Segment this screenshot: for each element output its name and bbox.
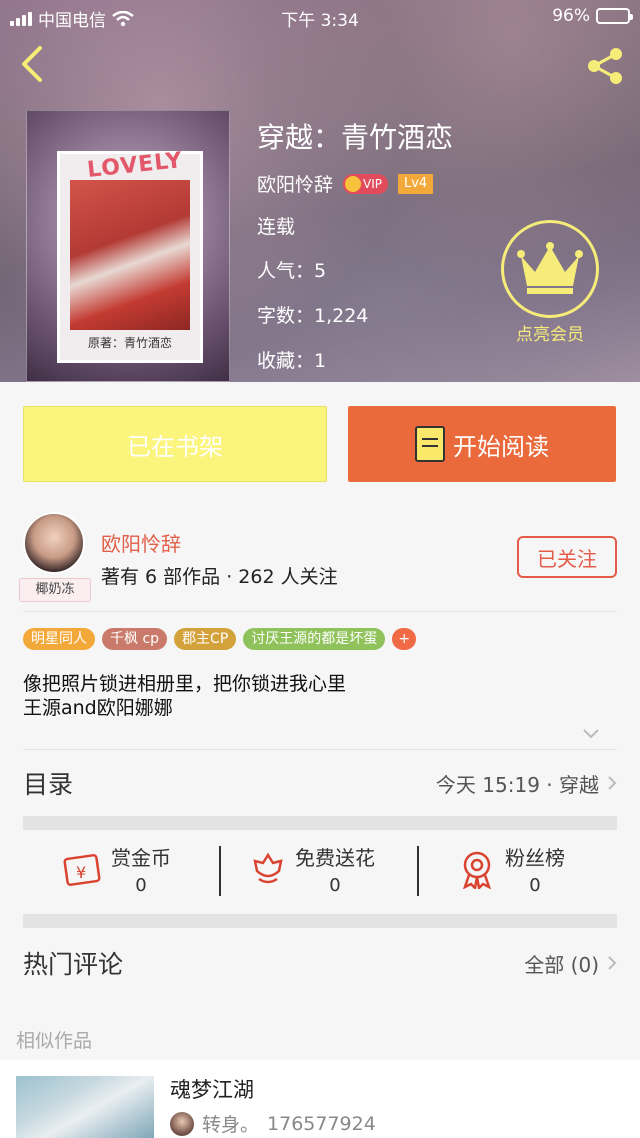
book-status: 连载 xyxy=(257,216,296,238)
divider xyxy=(417,846,419,896)
similar-title: 魂梦江湖 xyxy=(170,1078,254,1102)
stat-label: 粉丝榜 xyxy=(505,846,565,870)
fan-ranking[interactable]: 粉丝榜 0 xyxy=(459,842,565,896)
cover-photo xyxy=(70,180,190,330)
author-summary: 著有 6 部作品 · 262 人关注 xyxy=(101,566,338,588)
flower-icon xyxy=(253,852,283,884)
toc-title: 目录 xyxy=(23,770,74,799)
back-arrow-icon[interactable] xyxy=(14,44,50,84)
section-gap xyxy=(23,914,617,928)
follow-button[interactable]: 已关注 xyxy=(517,536,617,578)
book-word-count: 字数：1,224 xyxy=(257,305,369,327)
comments-all: 全部 (0) xyxy=(524,952,599,977)
book-cover[interactable]: 原著：青竹酒恋 LOVELY xyxy=(26,110,230,382)
comments-row[interactable]: 热门评论 全部 (0) xyxy=(23,930,617,996)
comments-title: 热门评论 xyxy=(23,950,124,979)
description-line: 王源and欧阳娜娜 xyxy=(23,697,173,719)
share-icon[interactable] xyxy=(584,44,628,88)
book-description: 像把照片锁进相册里，把你锁进我心里 王源and欧阳娜娜 xyxy=(23,672,346,720)
similar-id: 176577924 xyxy=(267,1112,376,1135)
book-popularity: 人气：5 xyxy=(257,260,327,282)
battery-percent: 96% xyxy=(552,6,590,26)
avatar-tag: 椰奶冻 xyxy=(19,578,91,602)
clock: 下午 3:34 xyxy=(281,11,359,31)
send-flower[interactable]: 免费送花 0 xyxy=(251,842,375,896)
medal-icon xyxy=(463,851,491,889)
book-favorites: 收藏：1 xyxy=(257,350,327,372)
in-shelf-button[interactable]: 已在书架 xyxy=(23,406,327,482)
battery: 96% xyxy=(552,6,633,26)
crown-icon xyxy=(501,220,599,318)
svg-text:¥: ¥ xyxy=(76,863,86,882)
stat-label: 赏金币 xyxy=(111,846,171,870)
cover-frame: 原著：青竹酒恋 xyxy=(57,151,203,363)
description-line: 像把照片锁进相册里，把你锁进我心里 xyxy=(23,673,347,695)
level-badge: Lv4 xyxy=(398,173,434,194)
similar-item[interactable]: 魂梦江湖 转身。 176577924 xyxy=(0,1060,640,1138)
battery-icon xyxy=(596,8,633,24)
toc-latest: 今天 15:19 · 穿越 xyxy=(435,772,599,797)
stat-label: 免费送花 xyxy=(295,846,375,870)
vip-crown-icon xyxy=(345,175,362,192)
red-envelope-icon: ¥ xyxy=(63,854,101,886)
expand-chevron-icon[interactable] xyxy=(582,728,600,740)
tag-item[interactable]: 明星同人 xyxy=(23,628,95,650)
vip-badge: VIP xyxy=(343,173,388,194)
book-author[interactable]: 欧阳怜辞 xyxy=(257,170,333,197)
book-author-row: 欧阳怜辞 VIP Lv4 xyxy=(257,170,434,197)
book-icon xyxy=(415,426,445,462)
avatar[interactable] xyxy=(23,512,85,574)
author-card: 椰奶冻 欧阳怜辞 著有 6 部作品 · 262 人关注 已关注 xyxy=(19,512,617,602)
similar-heading: 相似作品 xyxy=(16,1030,93,1052)
start-reading-button[interactable]: 开始阅读 xyxy=(348,406,616,482)
toc-row[interactable]: 目录 今天 15:19 · 穿越 xyxy=(23,750,617,816)
book-header: 中国电信 下午 3:34 96% 原著：青竹酒恋 LOVELY 穿越：青竹酒恋 … xyxy=(0,0,640,382)
stat-value: 0 xyxy=(329,875,341,896)
similar-cover xyxy=(16,1076,154,1138)
tag-list: 明星同人 千枫 cp 郡主CP 讨厌王源的都是坏蛋 + xyxy=(23,628,417,650)
stats-row: ¥ 赏金币 0 免费送花 0 粉丝榜 0 xyxy=(23,832,617,912)
member-label: 点亮会员 xyxy=(516,325,584,345)
divider xyxy=(219,846,221,896)
reward-coins[interactable]: ¥ 赏金币 0 xyxy=(63,842,171,896)
avatar xyxy=(170,1111,194,1136)
section-gap xyxy=(23,816,617,830)
chevron-right-icon xyxy=(608,776,617,790)
start-reading-label: 开始阅读 xyxy=(453,432,549,461)
add-tag-button[interactable]: + xyxy=(392,628,417,650)
status-bar: 中国电信 下午 3:34 96% xyxy=(0,0,640,34)
tag-item[interactable]: 郡主CP xyxy=(174,628,237,650)
chevron-right-icon xyxy=(608,956,617,970)
tag-item[interactable]: 千枫 cp xyxy=(102,628,168,650)
tag-item[interactable]: 讨厌王源的都是坏蛋 xyxy=(243,628,386,650)
author-name[interactable]: 欧阳怜辞 xyxy=(101,528,181,557)
stat-value: 0 xyxy=(529,875,541,896)
member-button[interactable]: 点亮会员 xyxy=(500,220,600,345)
stat-value: 0 xyxy=(135,875,147,896)
similar-author: 转身。 xyxy=(202,1114,260,1136)
cover-caption: 原著：青竹酒恋 xyxy=(87,336,172,350)
book-title: 穿越：青竹酒恋 xyxy=(257,121,454,154)
detail-panel: 已在书架 开始阅读 椰奶冻 欧阳怜辞 著有 6 部作品 · 262 人关注 已关… xyxy=(0,382,640,1138)
divider xyxy=(23,611,617,612)
similar-author-row: 转身。 176577924 xyxy=(170,1110,376,1137)
